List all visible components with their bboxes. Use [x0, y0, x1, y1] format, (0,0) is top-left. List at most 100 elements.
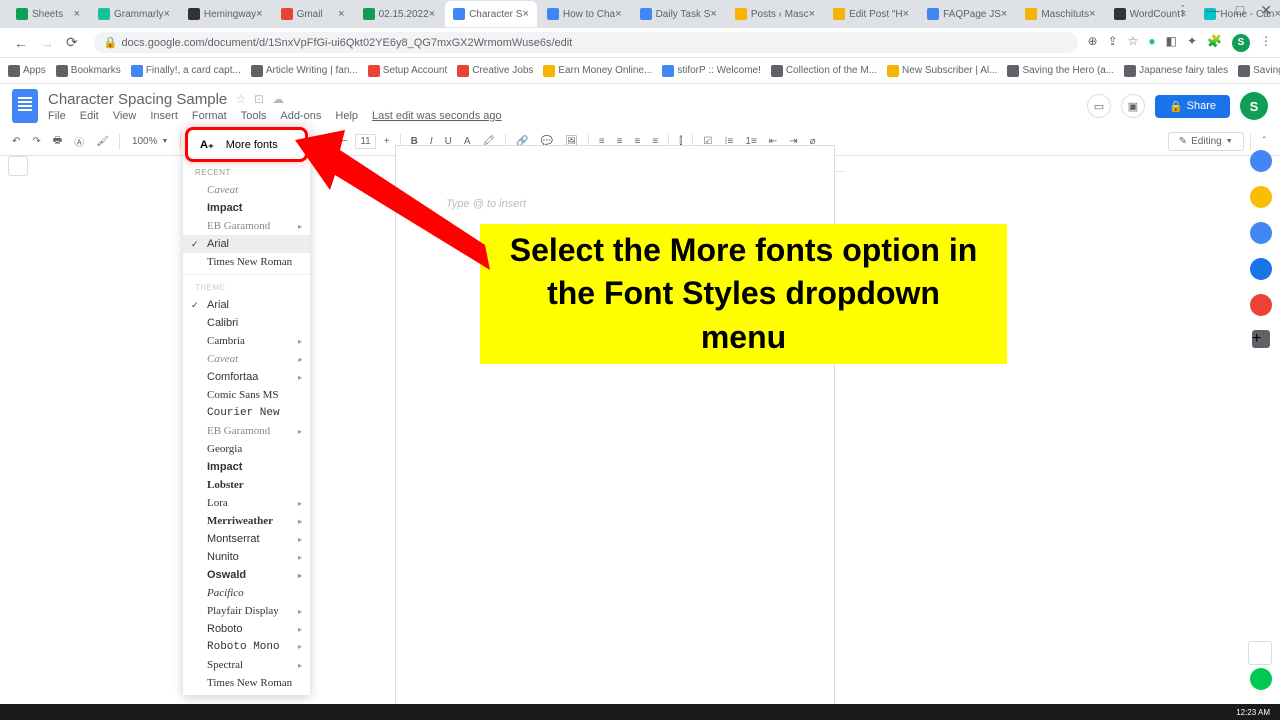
undo-icon[interactable]: ↶	[8, 133, 24, 150]
font-option[interactable]: Courier New	[183, 404, 310, 422]
editing-mode-button[interactable]: ✎ Editing ▼	[1168, 132, 1244, 151]
browser-tab[interactable]: Grammarly×	[90, 1, 178, 27]
maximize-icon[interactable]: □	[1236, 2, 1244, 19]
font-option[interactable]: Comic Sans MS	[183, 386, 310, 404]
font-option[interactable]: EB Garamond	[183, 422, 310, 440]
font-option[interactable]: Nunito	[183, 548, 310, 566]
font-option[interactable]: Lobster	[183, 476, 310, 494]
bookmark-item[interactable]: Collection of the M...	[771, 65, 877, 77]
browser-tab[interactable]: FAQPage JS×	[919, 1, 1015, 27]
more-fonts-button[interactable]: A₊ More fonts	[185, 127, 308, 162]
bookmark-item[interactable]: Japanese fairy tales	[1124, 65, 1228, 77]
extension-icon[interactable]: ●	[1148, 34, 1155, 52]
font-option[interactable]: Georgia	[183, 440, 310, 458]
font-option[interactable]: Impact	[183, 199, 310, 217]
share-button[interactable]: 🔒 Share	[1155, 95, 1230, 118]
contacts-addon-icon[interactable]	[1250, 258, 1272, 280]
bookmark-item[interactable]: New Subscriber | Al...	[887, 65, 997, 77]
bookmark-item[interactable]: Creative Jobs	[457, 65, 533, 77]
font-option[interactable]: Playfair Display	[183, 602, 310, 620]
font-option[interactable]: Lora	[183, 494, 310, 512]
font-option[interactable]: Trebuchet MS	[183, 692, 310, 695]
bookmark-item[interactable]: Apps	[8, 65, 46, 77]
browser-tab[interactable]: Edit Post "H×	[825, 1, 917, 27]
cloud-icon[interactable]: ☁	[272, 92, 284, 106]
font-option[interactable]: EB Garamond	[183, 217, 310, 235]
font-option[interactable]: Arial	[183, 296, 310, 314]
browser-tab[interactable]: Hemingway×	[180, 1, 271, 27]
edit-history[interactable]: Last edit was seconds ago	[372, 110, 502, 122]
font-option[interactable]: Roboto	[183, 620, 310, 638]
zoom-select[interactable]: 100%▼	[126, 134, 175, 149]
browser-tab[interactable]: Posts ‹ Masc×	[727, 1, 823, 27]
spellcheck-icon[interactable]: Ⓐ	[70, 131, 88, 152]
share-url-icon[interactable]: ⇪	[1108, 34, 1118, 52]
meet-icon[interactable]: ▣	[1121, 94, 1145, 118]
menu-format[interactable]: Format	[192, 110, 227, 122]
window-settings-icon[interactable]: ⋮	[1176, 2, 1190, 19]
comments-icon[interactable]: ▭	[1087, 94, 1111, 118]
font-option[interactable]: Caveat	[183, 350, 310, 368]
font-option[interactable]: Oswald	[183, 566, 310, 584]
font-option[interactable]: Comfortaa	[183, 368, 310, 386]
font-option[interactable]: Pacifico	[183, 584, 310, 602]
extension-icon-3[interactable]: ✦	[1187, 34, 1197, 52]
move-icon[interactable]: ⊡	[254, 92, 264, 106]
profile-avatar[interactable]: S	[1232, 34, 1250, 52]
tasks-addon-icon[interactable]	[1250, 222, 1272, 244]
font-option[interactable]: Roboto Mono	[183, 638, 310, 656]
reload-icon[interactable]: ⟳	[60, 34, 84, 51]
calendar-addon-icon[interactable]	[1250, 150, 1272, 172]
browser-menu-icon[interactable]: ⋮	[1260, 34, 1272, 52]
bookmark-item[interactable]: Saving the Hero (a...	[1007, 65, 1114, 77]
expand-icon[interactable]: ˆ	[1257, 133, 1272, 150]
extensions-icon[interactable]: 🧩	[1207, 34, 1222, 52]
bookmark-item[interactable]: Article Writing | fan...	[251, 65, 358, 77]
print-icon[interactable]: 🖶	[49, 130, 66, 153]
menu-add-ons[interactable]: Add-ons	[280, 110, 321, 122]
menu-insert[interactable]: Insert	[150, 110, 178, 122]
font-option[interactable]: Cambria	[183, 332, 310, 350]
browser-tab[interactable]: Gmail×	[273, 1, 353, 27]
get-addons-icon[interactable]: +	[1252, 330, 1270, 348]
bookmark-item[interactable]: Setup Account	[368, 65, 448, 77]
font-option[interactable]: Caveat	[183, 181, 310, 199]
bookmark-item[interactable]: Saving the Hero (a...	[1238, 65, 1280, 77]
grammarly-widget-icon[interactable]	[1250, 668, 1272, 690]
bookmark-item[interactable]: Bookmarks	[56, 65, 121, 77]
account-avatar[interactable]: S	[1240, 92, 1268, 120]
browser-tab[interactable]: Sheets×	[8, 1, 88, 27]
menu-edit[interactable]: Edit	[80, 110, 99, 122]
font-option[interactable]: Arial	[183, 235, 310, 253]
browser-tab[interactable]: Maschituts×	[1017, 1, 1103, 27]
extension-icon-2[interactable]: ◧	[1166, 34, 1177, 52]
menu-help[interactable]: Help	[335, 110, 358, 122]
keep-addon-icon[interactable]	[1250, 186, 1272, 208]
url-input[interactable]: 🔒docs.google.com/document/d/1SnxVpFfGi-u…	[94, 32, 1078, 53]
minimize-icon[interactable]: —	[1206, 2, 1220, 19]
browser-tab[interactable]: 02.15.2022×	[355, 1, 444, 27]
close-icon[interactable]: ✕	[1260, 2, 1272, 19]
docs-logo-icon[interactable]	[12, 89, 38, 123]
menu-view[interactable]: View	[113, 110, 137, 122]
doc-title[interactable]: Character Spacing Sample	[48, 91, 227, 108]
clock[interactable]: 12:23 AM	[1236, 708, 1270, 717]
font-option[interactable]: Merriweather	[183, 512, 310, 530]
menu-file[interactable]: File	[48, 110, 66, 122]
outline-toggle-icon[interactable]	[8, 156, 28, 176]
maps-addon-icon[interactable]	[1250, 294, 1272, 316]
browser-tab[interactable]: Character S×	[445, 1, 537, 27]
browser-tab[interactable]: Daily Task S×	[632, 1, 725, 27]
browser-tab[interactable]: How to Cha×	[539, 1, 630, 27]
font-option[interactable]: Montserrat	[183, 530, 310, 548]
bookmark-item[interactable]: Finally!, a card capt...	[131, 65, 241, 77]
explore-button[interactable]	[1248, 641, 1272, 665]
font-option[interactable]: Spectral	[183, 656, 310, 674]
bookmark-item[interactable]: Earn Money Online...	[543, 65, 652, 77]
font-option[interactable]: Calibri	[183, 314, 310, 332]
translate-icon[interactable]: ⊕	[1088, 34, 1098, 52]
forward-icon[interactable]: →	[34, 35, 60, 51]
font-option[interactable]: Impact	[183, 458, 310, 476]
paint-format-icon[interactable]: 🖌	[92, 133, 113, 150]
font-option[interactable]: Times New Roman	[183, 253, 310, 275]
